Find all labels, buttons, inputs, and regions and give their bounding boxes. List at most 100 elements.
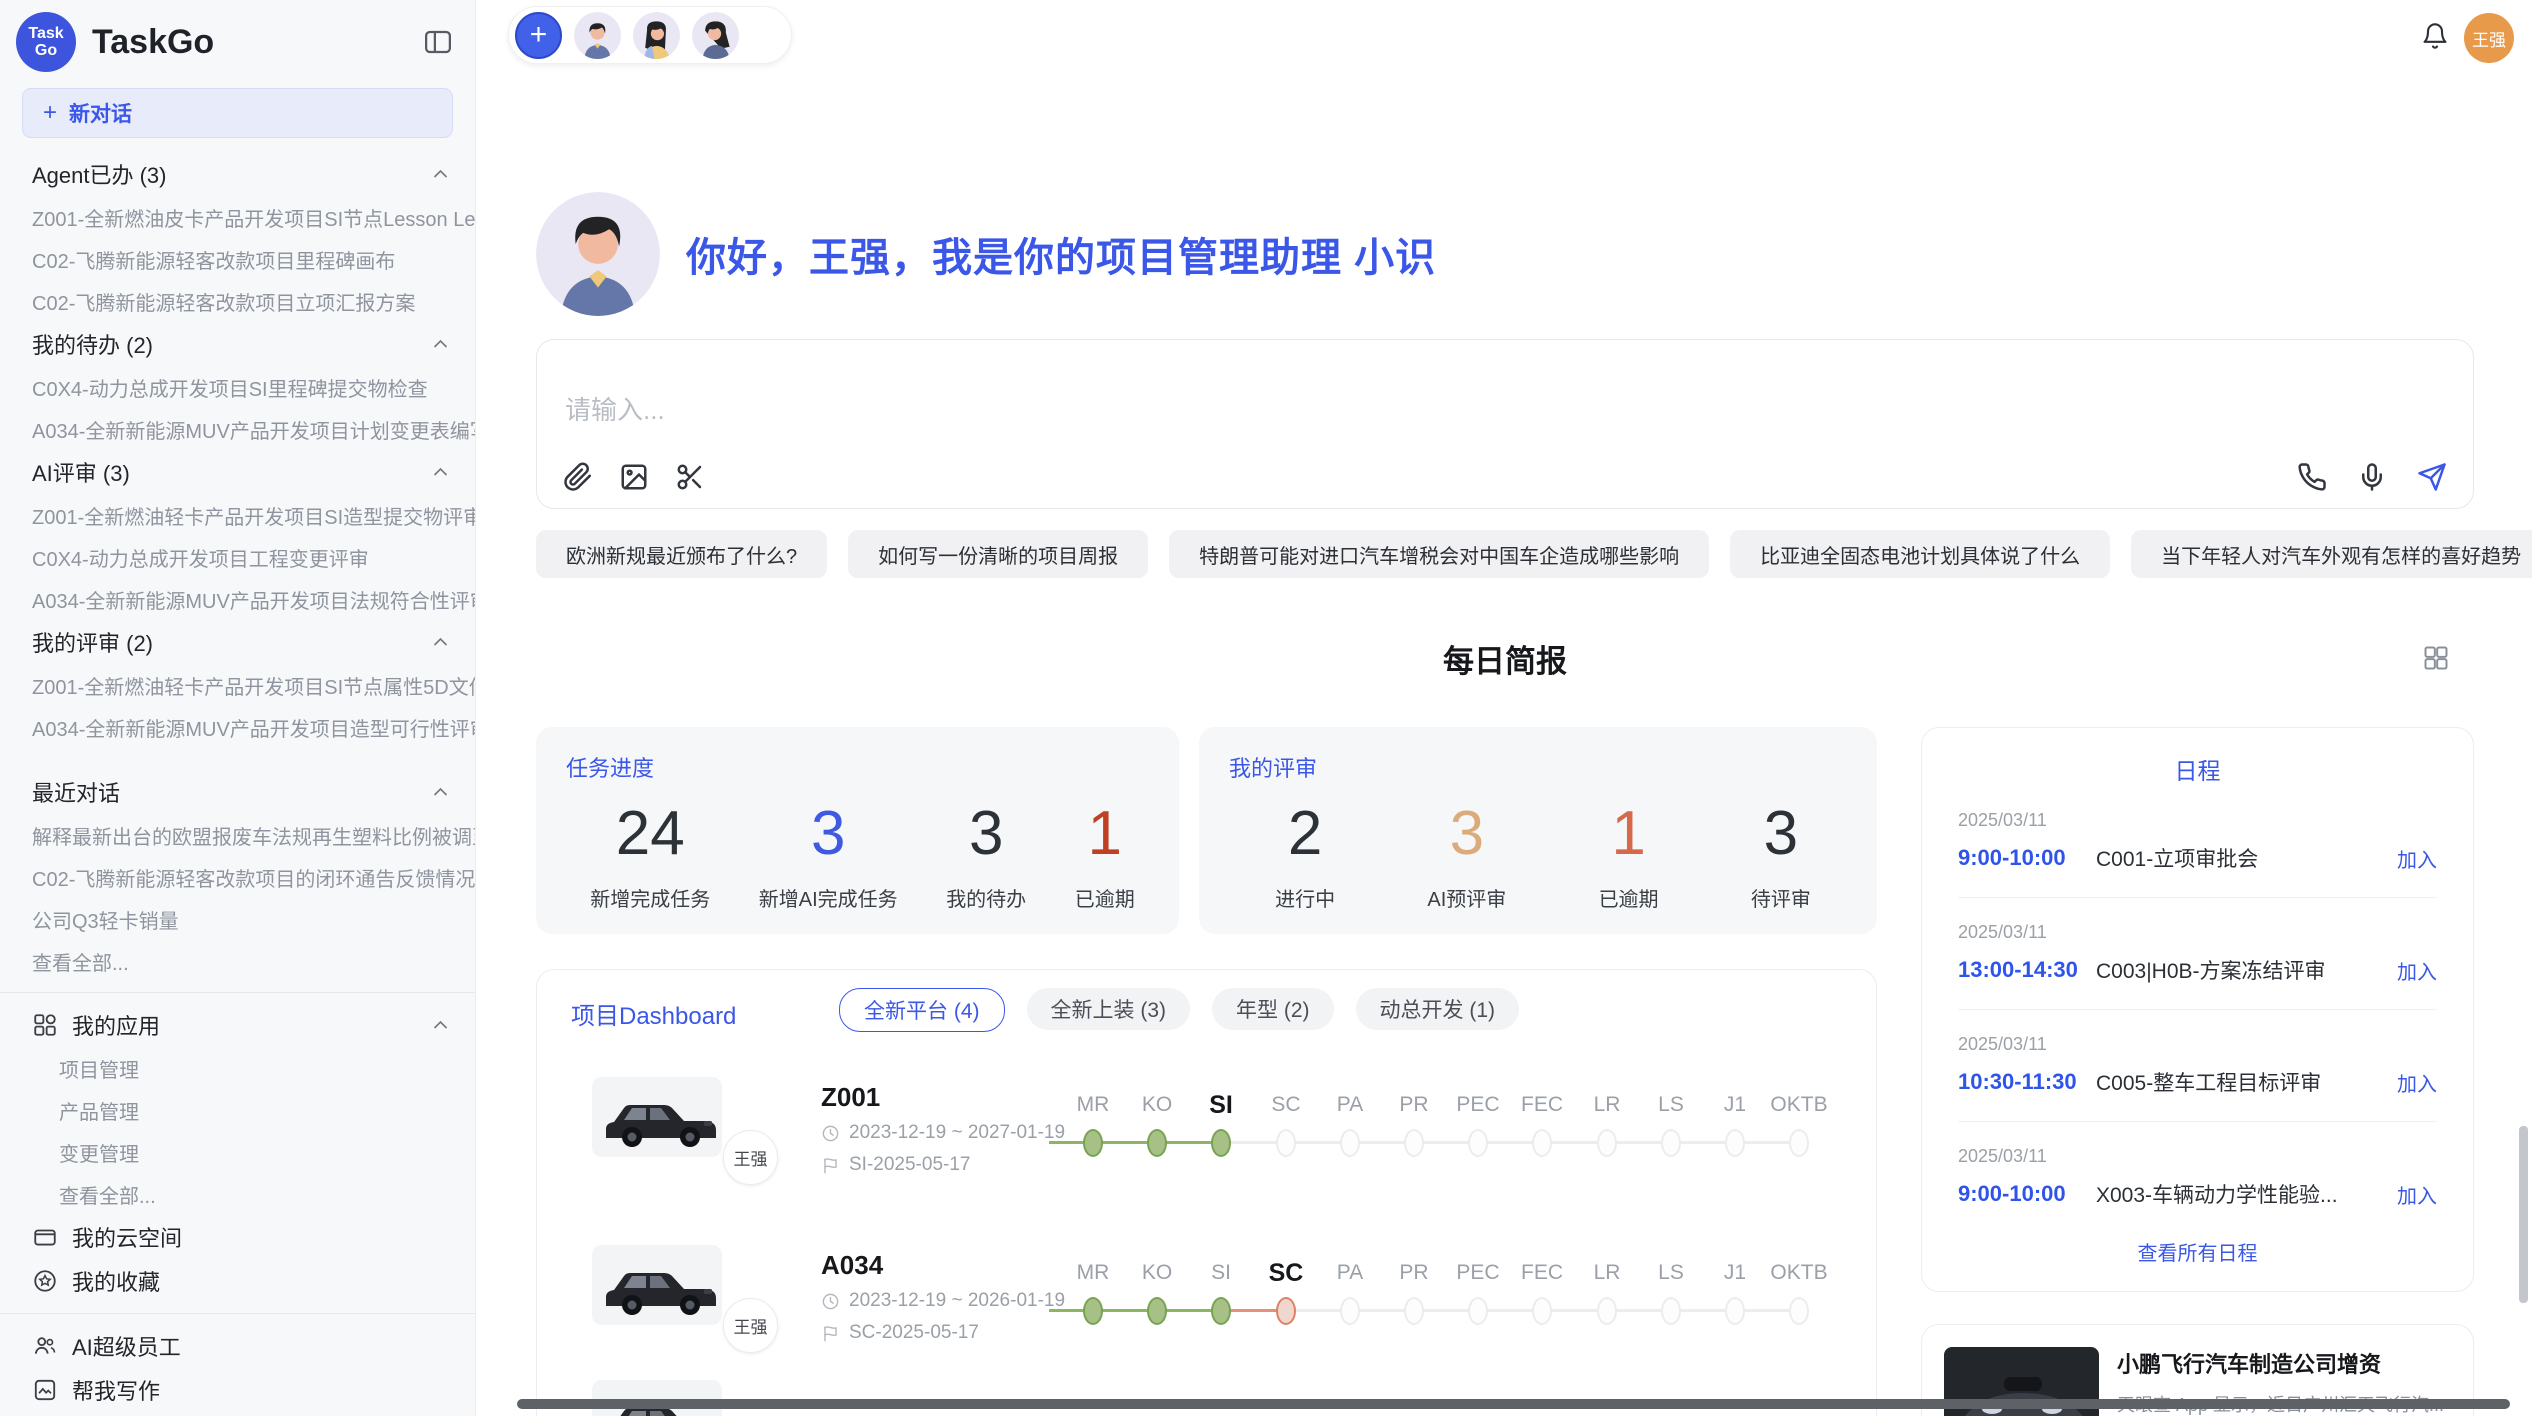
suggestion-chip-5[interactable]: 当下年轻人对汽车外观有怎样的喜好趋势 [2131, 530, 2532, 578]
join-link[interactable]: 加入 [2397, 956, 2437, 985]
sidebar-item-aireview-1[interactable]: Z001-全新燃油轻卡产品开发项目SI造型提交物评审 [0, 494, 475, 536]
milestone-label: OKTB [1767, 1258, 1831, 1288]
app-item-project-mgmt[interactable]: 项目管理 [0, 1047, 475, 1089]
vertical-scrollbar[interactable] [2519, 1126, 2528, 1303]
chevron-up-icon[interactable] [432, 338, 449, 350]
milestone-dot [1661, 1297, 1681, 1325]
suggestion-chip-2[interactable]: 如何写一份清晰的项目周报 [848, 530, 1148, 578]
milestone-label: OKTB [1767, 1090, 1831, 1120]
microphone-icon[interactable] [2357, 462, 2387, 492]
sidebar-item-todo-2[interactable]: A034-全新新能源MUV产品开发项目计划变更表编写 [0, 408, 475, 450]
section-recent[interactable]: 最近对话 [0, 770, 475, 814]
milestone-label: MR [1061, 1258, 1125, 1288]
stat-overdue: 1已逾期 [1075, 797, 1135, 912]
notification-bell-icon[interactable] [2421, 22, 2449, 50]
suggestion-chip-1[interactable]: 欧洲新规最近颁布了什么? [536, 530, 827, 578]
sidebar-item-creative-draw[interactable]: 创意制图 [0, 1412, 475, 1416]
chevron-up-icon[interactable] [432, 636, 449, 648]
sidebar-item-recent-1[interactable]: 解释最新出台的欧盟报废车法规再生塑料比例被调至15%... [0, 814, 475, 856]
user-avatar[interactable]: 王强 [2464, 13, 2514, 63]
send-icon[interactable] [2417, 462, 2447, 492]
filter-year-model[interactable]: 年型 (2) [1212, 988, 1334, 1030]
section-my-todo[interactable]: 我的待办 (2) [0, 322, 475, 366]
taskgo-logo-icon: Task Go [16, 12, 76, 72]
sidebar-item-agent-1[interactable]: Z001-全新燃油皮卡产品开发项目SI节点Lesson Learn报告 [0, 196, 475, 238]
sidebar-item-my-apps[interactable]: 我的应用 [0, 1003, 475, 1047]
join-link[interactable]: 加入 [2397, 1068, 2437, 1097]
filter-powertrain[interactable]: 动总开发 (1) [1356, 988, 1520, 1030]
sidebar-item-agent-3[interactable]: C02-飞腾新能源轻客改款项目立项汇报方案 [0, 280, 475, 322]
filter-new-body[interactable]: 全新上装 (3) [1027, 988, 1191, 1030]
image-upload-icon[interactable] [619, 462, 649, 492]
phone-call-icon[interactable] [2297, 462, 2327, 492]
scissors-icon[interactable] [675, 462, 705, 492]
section-my-review[interactable]: 我的评审 (2) [0, 620, 475, 664]
apps-view-all[interactable]: 查看全部... [0, 1173, 475, 1215]
milestone-label: LR [1575, 1258, 1639, 1288]
agent-avatar-3[interactable] [692, 12, 739, 59]
suggestion-chip-4[interactable]: 比亚迪全固态电池计划具体说了什么 [1730, 530, 2110, 578]
write-image-icon [32, 1377, 58, 1403]
event-date: 2025/03/11 [1958, 1010, 2437, 1055]
layout-grid-icon[interactable] [2422, 644, 2450, 672]
join-link[interactable]: 加入 [2397, 844, 2437, 873]
task-progress-title: 任务进度 [566, 751, 1159, 783]
event-name: X003-车辆动力学性能验... [2096, 1179, 2397, 1209]
event-date: 2025/03/11 [1958, 1122, 2437, 1167]
dashboard-title: 项目Dashboard [571, 996, 736, 1031]
app-item-product-mgmt[interactable]: 产品管理 [0, 1089, 475, 1131]
project-truck-image [592, 1245, 722, 1325]
project-row-z001[interactable]: 王强 Z001 2023-12-19 ~ 2027-01-19 SI-2025-… [537, 1070, 1878, 1237]
section-agent-done[interactable]: Agent已办 (3) [0, 152, 475, 196]
agent-avatar-1[interactable] [574, 12, 621, 59]
milestone-dot [1597, 1297, 1617, 1325]
suggestion-chip-3[interactable]: 特朗普可能对进口汽车增税会对中国车企造成哪些影响 [1169, 530, 1709, 578]
sidebar-item-ai-staff[interactable]: AI超级员工 [0, 1324, 475, 1368]
chevron-up-icon[interactable] [432, 786, 449, 798]
sidebar-item-recent-2[interactable]: C02-飞腾新能源轻客改款项目的闭环通告反馈情况 [0, 856, 475, 898]
event-time: 9:00-10:00 [1958, 845, 2096, 871]
sidebar-item-favorites[interactable]: 我的收藏 [0, 1259, 475, 1303]
add-agent-button[interactable]: + [515, 12, 562, 59]
chevron-up-icon[interactable] [432, 168, 449, 180]
agent-avatar-2[interactable] [633, 12, 680, 59]
horizontal-scrollbar[interactable] [517, 1399, 2510, 1409]
event-time: 10:30-11:30 [1958, 1069, 2096, 1095]
sidebar-item-myreview-1[interactable]: Z001-全新燃油轻卡产品开发项目SI节点属性5D文件评审 [0, 664, 475, 706]
project-flag-date: SI-2025-05-17 [821, 1154, 970, 1176]
recent-view-all[interactable]: 查看全部... [0, 940, 475, 982]
sidebar-item-cloud-space[interactable]: 我的云空间 [0, 1215, 475, 1259]
project-dates: 2023-12-19 ~ 2027-01-19 [821, 1122, 1065, 1144]
sidebar-item-recent-3[interactable]: 公司Q3轻卡销量 [0, 898, 475, 940]
project-row-next[interactable] [537, 1373, 1878, 1416]
milestone-dot [1532, 1297, 1552, 1325]
sidebar-item-myreview-2[interactable]: A034-全新新能源MUV产品开发项目造型可行性评审 [0, 706, 475, 748]
filter-all-platform[interactable]: 全新平台 (4) [839, 988, 1005, 1032]
project-truck-image [592, 1077, 722, 1157]
project-dashboard-card: 项目Dashboard 全新平台 (4) 全新上装 (3) 年型 (2) 动总开… [536, 969, 1877, 1416]
sidebar-item-agent-2[interactable]: C02-飞腾新能源轻客改款项目里程碑画布 [0, 238, 475, 280]
sidebar-item-aireview-3[interactable]: A034-全新新能源MUV产品开发项目法规符合性评审 [0, 578, 475, 620]
stat-in-progress: 2进行中 [1275, 797, 1335, 912]
attachment-icon[interactable] [563, 462, 593, 492]
new-chat-button[interactable]: + 新对话 [22, 88, 453, 138]
greeting-text: 你好，王强，我是你的项目管理助理 小识 [686, 225, 1436, 283]
chevron-up-icon[interactable] [432, 1019, 449, 1031]
sidebar-item-todo-1[interactable]: C0X4-动力总成开发项目SI里程碑提交物检查 [0, 366, 475, 408]
chat-input[interactable] [563, 358, 2447, 462]
milestone-label: SC [1254, 1090, 1318, 1120]
chat-input-card [536, 339, 2474, 509]
event-time: 9:00-10:00 [1958, 1181, 2096, 1207]
app-item-change-mgmt[interactable]: 变更管理 [0, 1131, 475, 1173]
milestone-label: PA [1318, 1258, 1382, 1288]
chevron-up-icon[interactable] [432, 466, 449, 478]
section-ai-review[interactable]: AI评审 (3) [0, 450, 475, 494]
milestone-dot [1725, 1129, 1745, 1157]
sidebar-item-help-write[interactable]: 帮我写作 [0, 1368, 475, 1412]
sidebar-item-aireview-2[interactable]: C0X4-动力总成开发项目工程变更评审 [0, 536, 475, 578]
event-name: C005-整车工程目标评审 [2096, 1067, 2397, 1097]
join-link[interactable]: 加入 [2397, 1180, 2437, 1209]
sidebar-collapse-icon[interactable] [423, 27, 453, 57]
milestone-label: PR [1382, 1090, 1446, 1120]
view-all-schedule-link[interactable]: 查看所有日程 [1922, 1237, 2473, 1266]
